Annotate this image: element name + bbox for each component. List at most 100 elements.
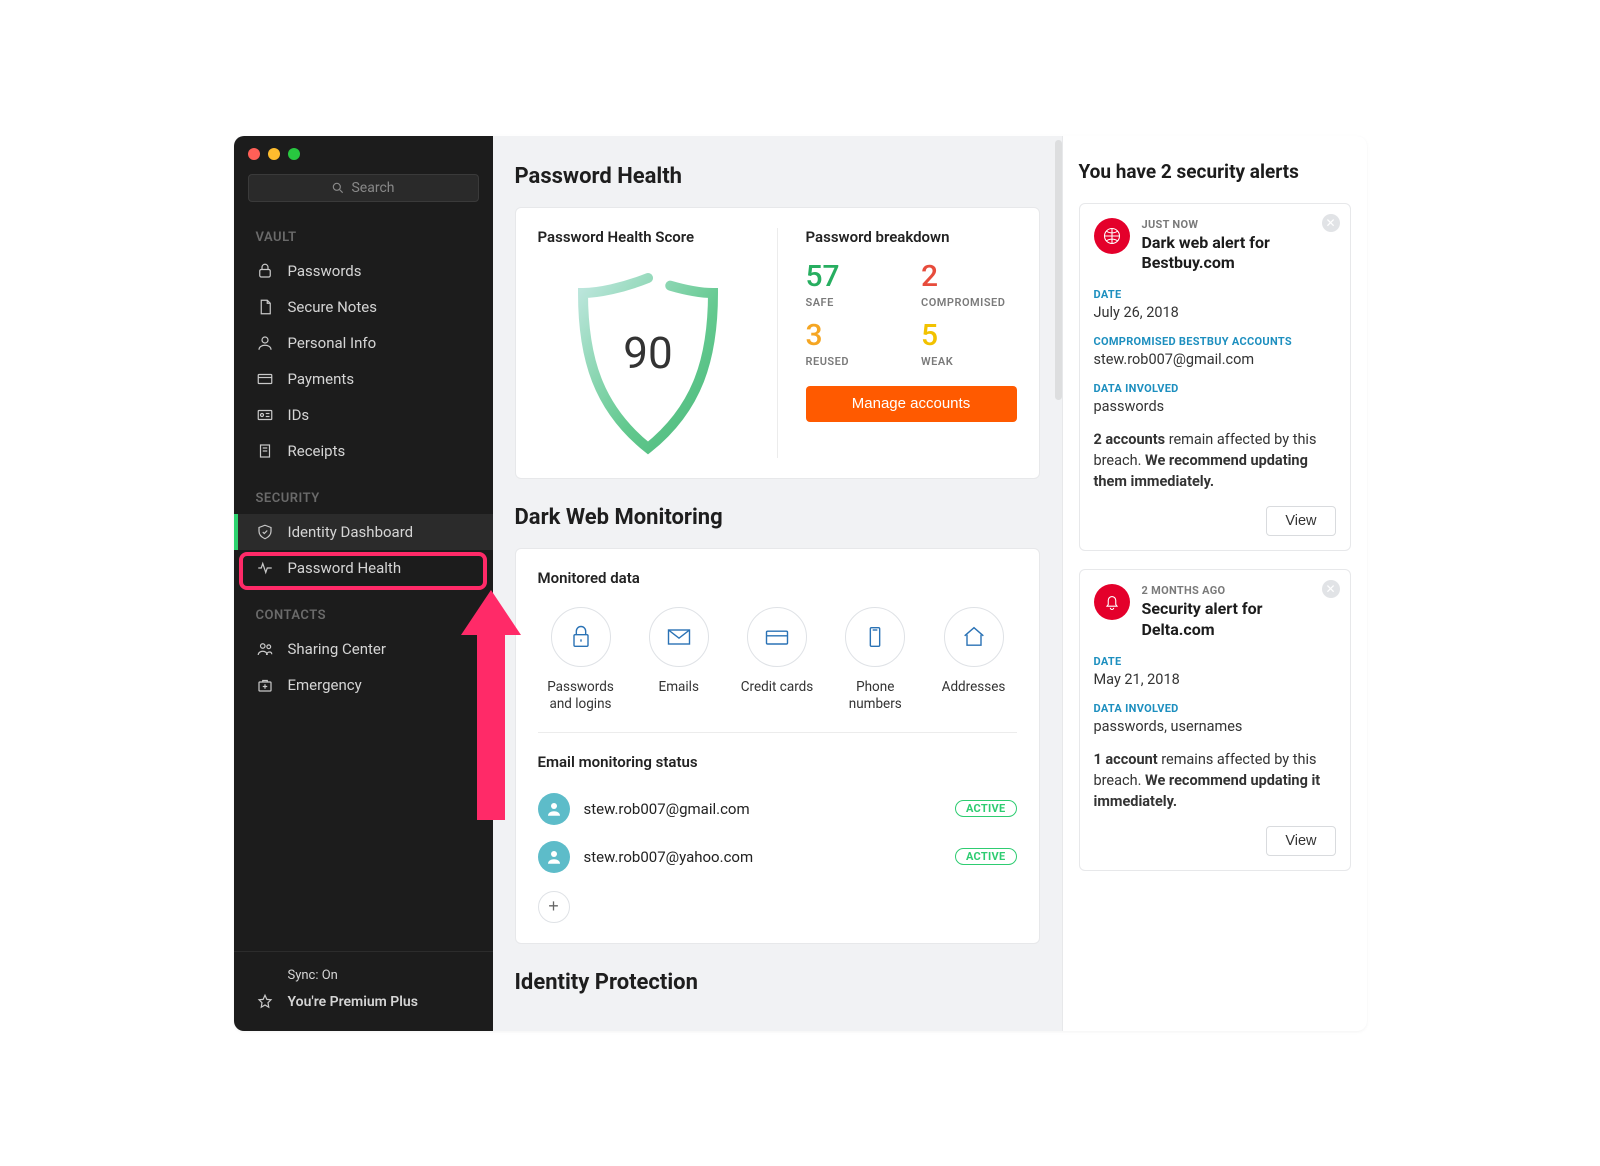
card-icon (763, 623, 791, 651)
monitored-email-row: stew.rob007@gmail.com ACTIVE (538, 785, 1017, 833)
stat-safe-label: SAFE (806, 296, 902, 309)
sidebar-item-payments[interactable]: Payments (234, 361, 493, 397)
email-monitoring-label: Email monitoring status (538, 753, 1017, 771)
sidebar-item-secure-notes[interactable]: Secure Notes (234, 289, 493, 325)
alert-card-bestbuy: ✕ JUST NOW Dark web alert for Bestbuy.co… (1079, 203, 1351, 552)
manage-accounts-button[interactable]: Manage accounts (806, 386, 1017, 422)
stat-compromised: 2 COMPROMISED (921, 262, 1017, 309)
star-icon (256, 993, 274, 1011)
medkit-icon (256, 676, 274, 694)
avatar (538, 793, 570, 825)
plan-status[interactable]: You're Premium Plus (256, 993, 471, 1011)
sidebar-item-label: Passwords (288, 262, 362, 280)
alert-accounts-label: COMPROMISED BESTBUY ACCOUNTS (1094, 335, 1336, 348)
sidebar-item-personal-info[interactable]: Personal Info (234, 325, 493, 361)
stat-reused-number: 3 (806, 321, 902, 351)
scrollbar[interactable] (1055, 140, 1062, 400)
breakdown-label: Password breakdown (806, 228, 1017, 246)
sidebar-item-label: Payments (288, 370, 355, 388)
sidebar-item-label: Receipts (288, 442, 346, 460)
sidebar-item-label: Emergency (288, 676, 362, 694)
health-score-label: Password Health Score (538, 228, 759, 246)
lock-icon (256, 262, 274, 280)
lock-icon (567, 623, 595, 651)
alert-data: passwords (1094, 398, 1336, 415)
people-icon (256, 640, 274, 658)
sidebar-item-passwords[interactable]: Passwords (234, 253, 493, 289)
pulse-icon (256, 559, 274, 577)
sidebar-item-label: Personal Info (288, 334, 377, 352)
section-vault-label: VAULT (234, 208, 493, 253)
sidebar-item-ids[interactable]: IDs (234, 397, 493, 433)
shield-icon (256, 523, 274, 541)
monitored-passwords[interactable]: Passwords and logins (538, 607, 624, 714)
monitored-label: Addresses (942, 679, 1006, 697)
password-health-heading: Password Health (515, 164, 1040, 189)
minimize-window-button[interactable] (268, 148, 280, 160)
alert-body: 1 account remains affected by this breac… (1094, 749, 1336, 812)
monitored-label: Phone numbers (832, 679, 918, 714)
stat-compromised-number: 2 (921, 262, 1017, 292)
stat-weak-number: 5 (921, 321, 1017, 351)
stat-compromised-label: COMPROMISED (921, 296, 1017, 309)
zoom-window-button[interactable] (288, 148, 300, 160)
stat-reused: 3 REUSED (806, 321, 902, 368)
dark-web-heading: Dark Web Monitoring (515, 505, 1040, 530)
status-badge: ACTIVE (955, 848, 1017, 865)
view-alert-button[interactable]: View (1266, 506, 1335, 536)
sidebar-footer: Sync: On You're Premium Plus (234, 951, 493, 1031)
bell-alert-icon (1094, 584, 1130, 620)
alert-title: Dark web alert for Bestbuy.com (1142, 233, 1336, 275)
monitored-credit-cards[interactable]: Credit cards (734, 607, 820, 714)
close-window-button[interactable] (248, 148, 260, 160)
alert-card-delta: ✕ 2 MONTHS AGO Security alert for Delta.… (1079, 569, 1351, 871)
password-breakdown-panel: Password breakdown 57 SAFE 2 COMPROMISED… (778, 228, 1017, 458)
alert-time: JUST NOW (1142, 218, 1336, 231)
search-input[interactable]: Search (248, 174, 479, 202)
person-icon (545, 848, 563, 866)
dismiss-alert-button[interactable]: ✕ (1322, 214, 1340, 232)
person-icon (256, 334, 274, 352)
monitored-phone[interactable]: Phone numbers (832, 607, 918, 714)
alert-date: May 21, 2018 (1094, 671, 1336, 688)
health-score-shield-icon: 90 (563, 268, 733, 458)
alert-date-label: DATE (1094, 288, 1336, 301)
home-icon (960, 623, 988, 651)
alert-date-label: DATE (1094, 655, 1336, 668)
avatar (538, 841, 570, 873)
alert-accounts: stew.rob007@gmail.com (1094, 351, 1336, 368)
sidebar-item-label: IDs (288, 406, 310, 424)
card-icon (256, 370, 274, 388)
receipt-icon (256, 442, 274, 460)
add-email-button[interactable]: + (538, 891, 570, 923)
sync-status: Sync: On (288, 968, 471, 983)
plan-label: You're Premium Plus (288, 994, 418, 1010)
annotation-arrow-icon (451, 580, 531, 830)
monitored-email-row: stew.rob007@yahoo.com ACTIVE (538, 833, 1017, 881)
monitored-label: Passwords and logins (538, 679, 624, 714)
dismiss-alert-button[interactable]: ✕ (1322, 580, 1340, 598)
alert-title: Security alert for Delta.com (1142, 599, 1336, 641)
view-alert-button[interactable]: View (1266, 826, 1335, 856)
sidebar-item-label: Password Health (288, 559, 402, 577)
alert-data: passwords, usernames (1094, 718, 1336, 735)
alert-data-label: DATA INVOLVED (1094, 382, 1336, 395)
dark-web-card: Monitored data Passwords and logins Emai… (515, 548, 1040, 944)
note-icon (256, 298, 274, 316)
stat-safe-number: 57 (806, 262, 902, 292)
password-health-card: Password Health Score 90 (515, 207, 1040, 479)
search-icon (331, 181, 345, 195)
search-placeholder: Search (351, 180, 394, 196)
monitored-addresses[interactable]: Addresses (931, 607, 1017, 714)
sidebar-item-label: Secure Notes (288, 298, 377, 316)
monitored-label: Emails (659, 679, 699, 697)
monitored-data-label: Monitored data (538, 569, 1017, 587)
sidebar-item-identity-dashboard[interactable]: Identity Dashboard (234, 514, 493, 550)
app-window: Search VAULT Passwords Secure Notes Pers… (234, 136, 1367, 1031)
monitored-emails[interactable]: Emails (636, 607, 722, 714)
sidebar-item-label: Identity Dashboard (288, 523, 414, 541)
identity-protection-heading: Identity Protection (515, 970, 1040, 995)
health-score-panel: Password Health Score 90 (538, 228, 778, 458)
sidebar-item-receipts[interactable]: Receipts (234, 433, 493, 469)
monitored-data-row: Passwords and logins Emails Credit cards… (538, 601, 1017, 733)
